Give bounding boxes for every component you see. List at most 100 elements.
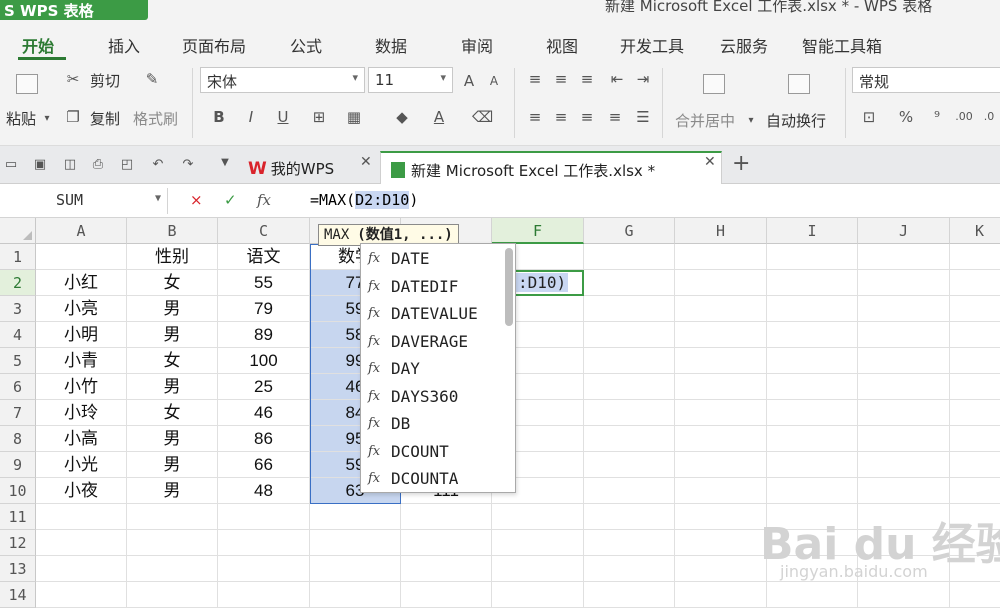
wrap-text-button[interactable]: 自动换行 [766, 110, 826, 131]
cell-i5[interactable] [767, 348, 858, 374]
currency-icon[interactable]: ⊡ [860, 108, 878, 126]
cell-h7[interactable] [675, 400, 767, 426]
cell-k9[interactable] [950, 452, 1000, 478]
bold-button[interactable]: B [210, 108, 228, 126]
cut-button[interactable]: 剪切 [90, 70, 120, 91]
row-header-3[interactable]: 3 [0, 296, 36, 322]
cell-c7[interactable]: 46 [218, 400, 310, 426]
column-header-g[interactable]: G [584, 218, 675, 244]
clear-format-icon[interactable]: ⌫ [472, 108, 493, 126]
row-header-6[interactable]: 6 [0, 374, 36, 400]
cancel-formula-button[interactable]: × [190, 191, 203, 209]
cell-j6[interactable] [858, 374, 950, 400]
cell-h13[interactable] [675, 556, 767, 582]
cell-j4[interactable] [858, 322, 950, 348]
cell-b6[interactable]: 男 [127, 374, 218, 400]
cell-b10[interactable]: 男 [127, 478, 218, 504]
autocomplete-item-date[interactable]: fx DATE [361, 245, 501, 272]
column-header-b[interactable]: B [127, 218, 218, 244]
cell-f11[interactable] [492, 504, 584, 530]
cell-c3[interactable]: 79 [218, 296, 310, 322]
autocomplete-item-day[interactable]: fx DAY [361, 355, 501, 382]
cell-a6[interactable]: 小竹 [36, 374, 127, 400]
cell-i2[interactable] [767, 270, 858, 296]
cell-b3[interactable]: 男 [127, 296, 218, 322]
column-header-j[interactable]: J [858, 218, 950, 244]
cell-b5[interactable]: 女 [127, 348, 218, 374]
cell-c14[interactable] [218, 582, 310, 608]
tab-insert[interactable]: 插入 [108, 33, 140, 57]
cell-d14[interactable] [310, 582, 401, 608]
cell-a12[interactable] [36, 530, 127, 556]
justify-icon[interactable]: ≡ [606, 108, 624, 126]
cell-g13[interactable] [584, 556, 675, 582]
cell-b13[interactable] [127, 556, 218, 582]
cell-e11[interactable] [401, 504, 492, 530]
cell-a9[interactable]: 小光 [36, 452, 127, 478]
cell-j8[interactable] [858, 426, 950, 452]
cell-c11[interactable] [218, 504, 310, 530]
font-size-select[interactable]: 11 ▾ [368, 67, 453, 93]
cell-c4[interactable]: 89 [218, 322, 310, 348]
name-box[interactable]: SUM ▼ [0, 188, 168, 214]
cell-k4[interactable] [950, 322, 1000, 348]
cell-k14[interactable] [950, 582, 1000, 608]
cell-g7[interactable] [584, 400, 675, 426]
tab-view[interactable]: 视图 [546, 33, 578, 57]
tab-my-wps[interactable]: W 我的WPS [238, 151, 344, 184]
cell-k2[interactable] [950, 270, 1000, 296]
cell-h14[interactable] [675, 582, 767, 608]
cell-g4[interactable] [584, 322, 675, 348]
cell-h6[interactable] [675, 374, 767, 400]
cell-b8[interactable]: 男 [127, 426, 218, 452]
autocomplete-scrollbar[interactable] [505, 248, 513, 326]
cell-b14[interactable] [127, 582, 218, 608]
cell-d11[interactable] [310, 504, 401, 530]
tab-smart-tools[interactable]: 智能工具箱 [802, 33, 882, 57]
cell-d12[interactable] [310, 530, 401, 556]
cell-j5[interactable] [858, 348, 950, 374]
cell-i8[interactable] [767, 426, 858, 452]
cell-j10[interactable] [858, 478, 950, 504]
cell-j14[interactable] [858, 582, 950, 608]
column-header-i[interactable]: I [767, 218, 858, 244]
cell-i1[interactable] [767, 244, 858, 270]
tab-home[interactable]: 开始 [22, 33, 54, 57]
cell-a4[interactable]: 小明 [36, 322, 127, 348]
row-header-9[interactable]: 9 [0, 452, 36, 478]
cell-i6[interactable] [767, 374, 858, 400]
cell-k7[interactable] [950, 400, 1000, 426]
cell-g14[interactable] [584, 582, 675, 608]
tab-cloud[interactable]: 云服务 [720, 33, 768, 57]
tab-developer[interactable]: 开发工具 [620, 33, 684, 57]
cell-k1[interactable] [950, 244, 1000, 270]
column-header-h[interactable]: H [675, 218, 767, 244]
folder-icon[interactable]: ▭ [3, 157, 19, 172]
cell-a5[interactable]: 小青 [36, 348, 127, 374]
output-icon[interactable]: ◫ [62, 157, 78, 172]
cell-j1[interactable] [858, 244, 950, 270]
cell-g2[interactable] [584, 270, 675, 296]
wrap-text-icon[interactable] [788, 74, 810, 94]
print-icon[interactable]: ⎙ [90, 157, 106, 172]
autocomplete-item-days360[interactable]: fx DAYS360 [361, 383, 501, 410]
cell-g1[interactable] [584, 244, 675, 270]
cell-e14[interactable] [401, 582, 492, 608]
align-right-icon[interactable]: ≡ [578, 108, 596, 126]
row-header-13[interactable]: 13 [0, 556, 36, 582]
cell-e13[interactable] [401, 556, 492, 582]
cell-b11[interactable] [127, 504, 218, 530]
cell-g3[interactable] [584, 296, 675, 322]
distribute-icon[interactable]: ☰ [634, 108, 652, 126]
cell-g10[interactable] [584, 478, 675, 504]
cell-k6[interactable] [950, 374, 1000, 400]
autocomplete-item-daverage[interactable]: fx DAVERAGE [361, 328, 501, 355]
border-icon[interactable]: ⊞ [310, 108, 328, 126]
cell-h10[interactable] [675, 478, 767, 504]
font-name-select[interactable]: 宋体 ▾ [200, 67, 365, 93]
tab-review[interactable]: 审阅 [461, 33, 493, 57]
cell-h2[interactable] [675, 270, 767, 296]
row-header-1[interactable]: 1 [0, 244, 36, 270]
cell-h12[interactable] [675, 530, 767, 556]
cell-a13[interactable] [36, 556, 127, 582]
